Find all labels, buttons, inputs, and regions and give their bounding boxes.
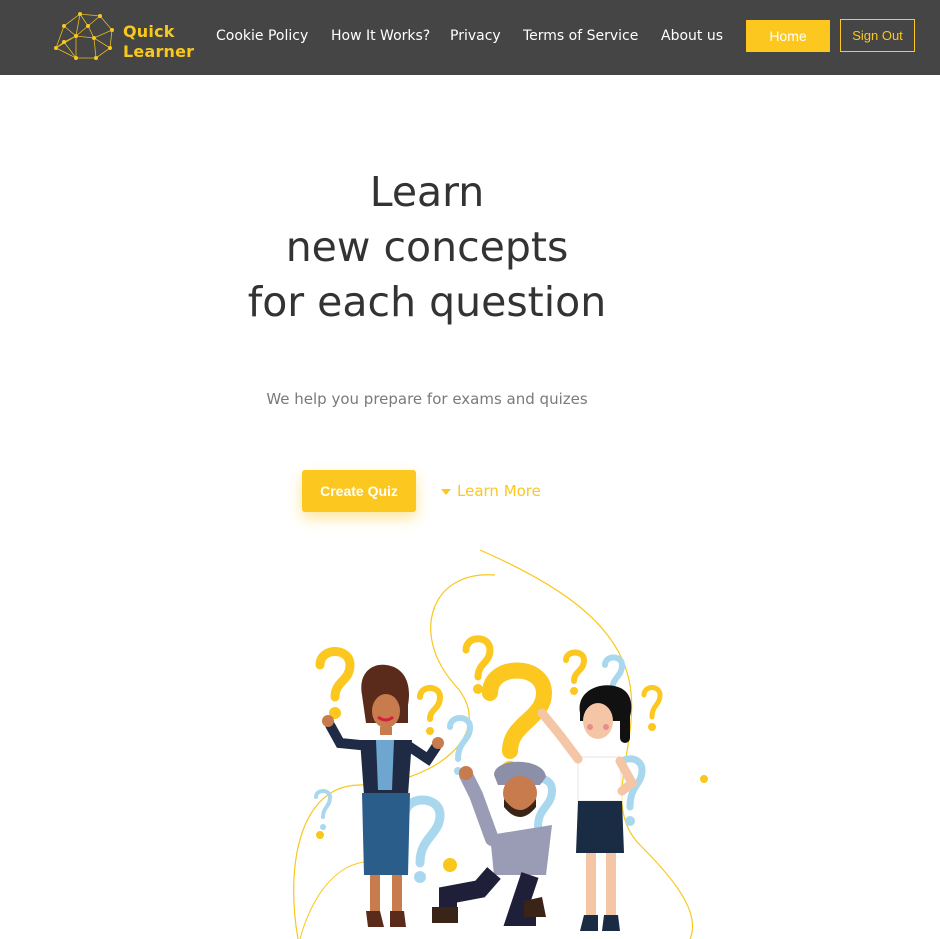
hero-subtitle: We help you prepare for exams and quizes — [266, 390, 588, 408]
home-button[interactable]: Home — [746, 20, 830, 52]
nav-link-cookie-policy[interactable]: Cookie Policy — [216, 26, 308, 46]
learn-more-link[interactable]: Learn More — [441, 480, 541, 502]
hero-title: Learn new concepts for each question — [207, 165, 647, 330]
create-quiz-button[interactable]: Create Quiz — [302, 470, 416, 512]
hero-title-line-2: new concepts — [285, 223, 569, 271]
sign-out-button[interactable]: Sign Out — [840, 19, 915, 52]
brand-name: Quick Learner — [123, 22, 194, 62]
brand-line-1: Quick — [123, 22, 175, 41]
nav-link-about-us[interactable]: About us — [661, 26, 723, 46]
top-navbar: Quick Learner Cookie Policy How It Works… — [0, 0, 940, 75]
brand-line-2: Learner — [123, 42, 195, 61]
learn-more-label: Learn More — [457, 482, 541, 500]
nav-link-how-it-works[interactable]: How It Works? — [331, 26, 430, 46]
brain-network-icon — [54, 12, 114, 60]
people-question-marks-illustration — [293, 549, 708, 939]
brand-logo[interactable]: Quick Learner — [50, 8, 200, 64]
caret-down-icon — [441, 489, 451, 495]
hero-title-line-3: for each question — [247, 278, 607, 326]
nav-link-privacy[interactable]: Privacy — [450, 26, 501, 46]
hero-title-line-1: Learn — [369, 168, 485, 216]
nav-link-terms-of-service[interactable]: Terms of Service — [523, 26, 638, 46]
